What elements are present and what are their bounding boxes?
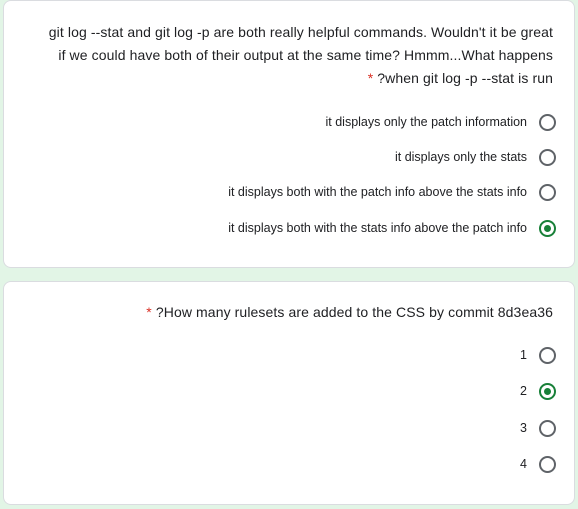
option-label: 3 — [520, 421, 527, 435]
question-card-1: git log --stat and git log -p are both r… — [3, 0, 575, 268]
question-title-line: * ?when git log -p --stat is run — [367, 70, 553, 86]
question-title-line: git log --stat and git log -p are both r… — [48, 24, 553, 40]
option-stats-only[interactable]: it displays only the stats — [395, 145, 556, 169]
option-label: 2 — [520, 384, 527, 398]
option-label: it displays only the stats — [394, 150, 527, 164]
option-label: 4 — [520, 457, 527, 471]
radio-button[interactable] — [539, 455, 556, 473]
option-patch-only[interactable]: it displays only the patch information — [325, 110, 556, 134]
radio-button[interactable] — [539, 183, 556, 201]
option-3[interactable]: 3 — [520, 416, 556, 440]
option-4[interactable]: 4 — [520, 452, 556, 476]
radio-button[interactable] — [539, 346, 556, 364]
option-2[interactable]: 2 — [520, 379, 556, 403]
radio-button-selected[interactable] — [539, 382, 556, 400]
option-1[interactable]: 1 — [520, 343, 556, 367]
question-card-2: * ?How many rulesets are added to the CSS… — [3, 281, 575, 505]
radio-button[interactable] — [539, 419, 556, 437]
option-label: 1 — [520, 348, 527, 362]
option-label: it displays both with the stats info abo… — [228, 221, 527, 235]
radio-button-selected[interactable] — [539, 219, 556, 237]
required-asterisk: * — [146, 304, 152, 320]
option-stats-above-patch[interactable]: it displays both with the stats info abo… — [228, 216, 556, 240]
option-label: it displays only the patch information — [325, 115, 528, 129]
question-title-line: if we could have both of their output at… — [58, 47, 553, 63]
question-title: * ?How many rulesets are added to the CSS… — [146, 304, 553, 320]
radio-button[interactable] — [539, 148, 556, 166]
radio-button[interactable] — [539, 113, 556, 131]
question-title: git log --stat and git log -p are both r… — [18, 21, 553, 90]
option-patch-above-stats[interactable]: it displays both with the patch info abo… — [228, 180, 556, 204]
required-asterisk: * — [367, 70, 374, 86]
option-label: it displays both with the patch info abo… — [228, 185, 527, 199]
